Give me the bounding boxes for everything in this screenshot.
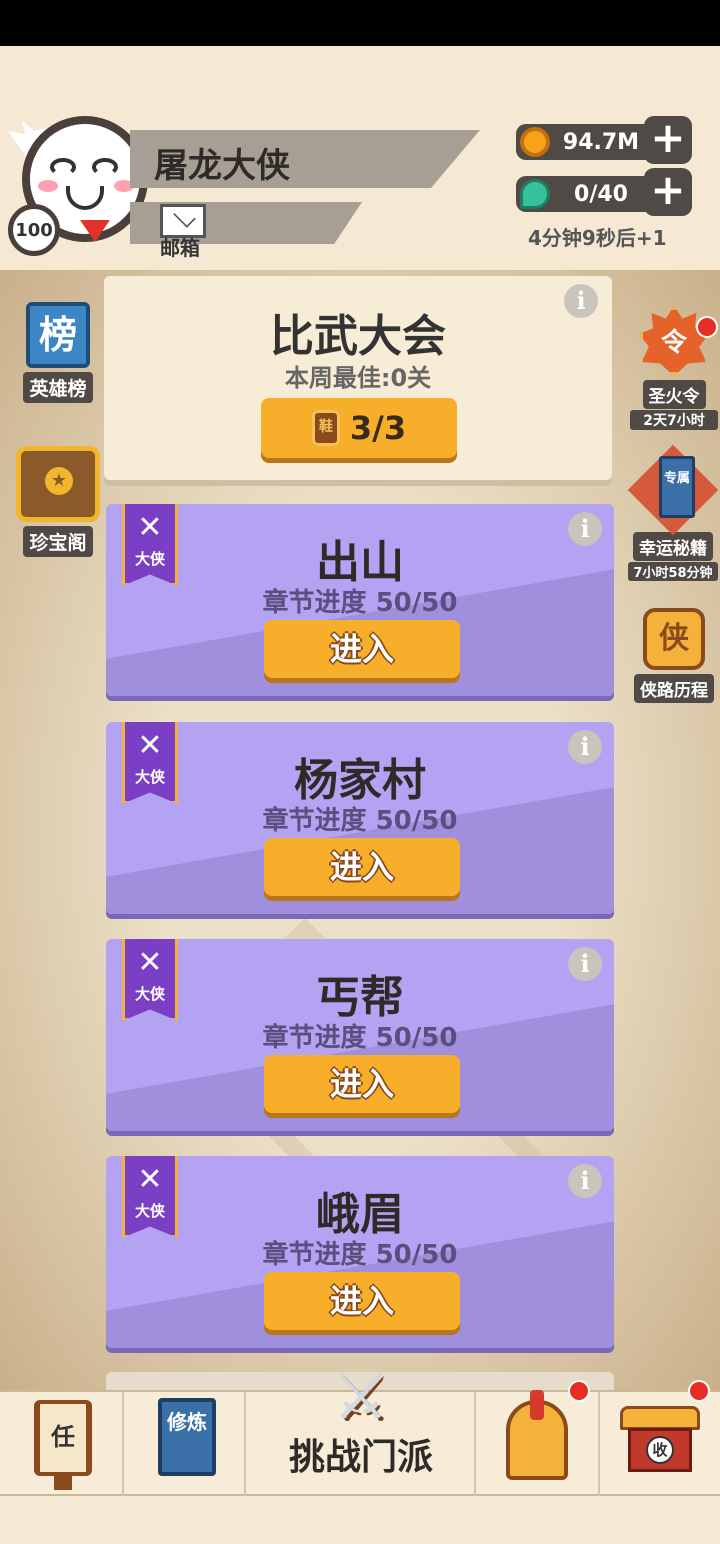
shop-sign: 收 xyxy=(646,1436,674,1464)
gold-value: 94.7M xyxy=(562,129,640,155)
fire-token-icon: 令 xyxy=(639,306,709,376)
player-name: 屠龙大侠 xyxy=(154,146,290,186)
chapter-title: 丐帮 xyxy=(316,972,404,1023)
chapter-progress: 章节进度 50/50 xyxy=(262,1023,458,1053)
info-icon[interactable]: i xyxy=(568,1164,602,1198)
nav-equipment[interactable] xyxy=(476,1380,600,1496)
hero-journey-button[interactable]: 侠 侠路历程 xyxy=(630,600,718,703)
level-badge: 100 xyxy=(8,204,60,256)
chapter-title: 峨眉 xyxy=(316,1189,404,1240)
player-avatar[interactable]: 100 xyxy=(8,116,148,291)
manual-book-icon: 专属 xyxy=(627,444,719,536)
bottom-safe-area xyxy=(0,1496,720,1544)
chapter-progress: 章节进度 50/50 xyxy=(262,588,458,618)
coin-icon xyxy=(520,127,550,157)
add-gem-button[interactable]: + xyxy=(644,168,692,216)
info-icon[interactable]: i xyxy=(564,284,598,318)
lucky-manual-label: 幸运秘籍 xyxy=(633,532,713,561)
chapter-card: 大侠 出山 章节进度 50/50 进入 i xyxy=(106,504,614,696)
ticket-icon: 鞋 xyxy=(311,410,340,446)
lucky-manual-timer: 7小时58分钟 xyxy=(628,562,718,581)
tournament-best-record: 本周最佳:0关 xyxy=(284,364,432,392)
gem-value: 0/40 xyxy=(574,181,628,207)
holy-fire-token-timer: 2天7小时 xyxy=(630,410,718,430)
chapter-title: 杨家村 xyxy=(294,755,426,806)
lucky-manual-button[interactable]: 专属 幸运秘籍 7小时58分钟 xyxy=(627,444,719,581)
chapter-card: 大侠 峨眉 章节进度 50/50 进入 i xyxy=(106,1156,614,1348)
bottom-nav: 任 修炼 ⚔ 挑战门派 收 xyxy=(0,1362,720,1496)
treasure-chest-icon xyxy=(16,446,100,522)
cultivate-book-icon: 修炼 xyxy=(158,1398,216,1476)
ranking-icon: 榜 xyxy=(26,302,90,368)
hero-ranking-label: 英雄榜 xyxy=(23,372,93,403)
chapter-card: 大侠 杨家村 章节进度 50/50 进入 i xyxy=(106,722,614,914)
treasure-pavilion-label: 珍宝阁 xyxy=(23,526,93,557)
task-scroll-icon: 任 xyxy=(34,1400,92,1490)
journey-icon: 侠 xyxy=(643,608,705,670)
equipment-notification-dot xyxy=(568,1380,590,1402)
info-icon[interactable]: i xyxy=(568,730,602,764)
holy-fire-notification-dot xyxy=(696,316,718,338)
hero-journey-label: 侠路历程 xyxy=(634,674,714,703)
add-gold-button[interactable]: + xyxy=(644,116,692,164)
info-icon[interactable]: i xyxy=(568,512,602,546)
mail-label[interactable]: 邮箱 xyxy=(160,232,200,261)
chapter-card: 大侠 丐帮 章节进度 50/50 进入 i xyxy=(106,939,614,1131)
crossed-swords-icon: ⚔ xyxy=(333,1360,389,1433)
tournament-title: 比武大会 xyxy=(270,311,446,362)
ticket-count: 3/3 xyxy=(349,409,407,447)
book-exclusive-text: 专属 xyxy=(659,456,695,518)
gem-refill-timer: 4分钟9秒后+1 xyxy=(528,226,667,250)
info-icon[interactable]: i xyxy=(568,947,602,981)
enter-chapter-button[interactable]: 进入 xyxy=(264,1272,460,1330)
tournament-card: 比武大会 本周最佳:0关 鞋 3/3 i xyxy=(104,276,612,480)
nav-challenge-sects[interactable]: ⚔ 挑战门派 xyxy=(246,1362,476,1496)
chapter-progress: 章节进度 50/50 xyxy=(262,1240,458,1270)
holy-fire-token-label: 圣火令 xyxy=(642,380,706,409)
chapter-title: 出山 xyxy=(316,537,404,588)
nav-shop[interactable]: 收 xyxy=(600,1380,720,1496)
gem-icon xyxy=(520,179,550,209)
hero-ranking-button[interactable]: 榜 英雄榜 xyxy=(14,302,102,403)
nav-tasks[interactable]: 任 xyxy=(0,1392,124,1496)
tournament-ticket-button[interactable]: 鞋 3/3 xyxy=(261,398,457,458)
enter-chapter-button[interactable]: 进入 xyxy=(264,620,460,678)
enter-chapter-button[interactable]: 进入 xyxy=(264,838,460,896)
status-bar xyxy=(0,0,720,46)
shop-notification-dot xyxy=(688,1380,710,1402)
shop-building-icon: 收 xyxy=(620,1406,700,1474)
enter-chapter-button[interactable]: 进入 xyxy=(264,1055,460,1113)
helmet-icon xyxy=(506,1390,568,1480)
nav-cultivate[interactable]: 修炼 xyxy=(124,1392,246,1496)
chapter-progress: 章节进度 50/50 xyxy=(262,806,458,836)
treasure-pavilion-button[interactable]: 珍宝阁 xyxy=(12,446,104,557)
challenge-sects-label: 挑战门派 xyxy=(288,1437,433,1478)
